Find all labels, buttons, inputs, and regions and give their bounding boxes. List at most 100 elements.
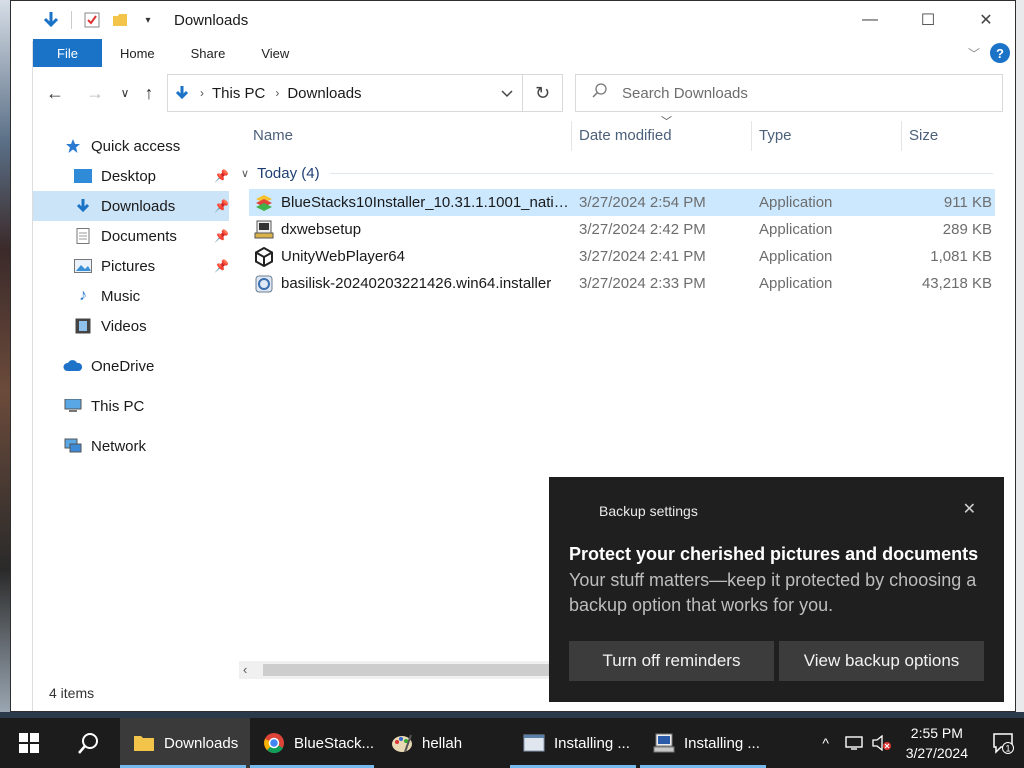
taskbar-app-label: hellah xyxy=(422,734,463,752)
turn-off-reminders-button[interactable]: Turn off reminders xyxy=(569,641,774,681)
file-row[interactable]: BlueStacks10Installer_10.31.1.1001_nativ… xyxy=(249,189,995,216)
nav-item-music[interactable]: ♪ Music xyxy=(33,281,229,311)
download-arrow-icon[interactable] xyxy=(39,8,63,32)
new-folder-icon[interactable] xyxy=(108,8,132,32)
breadcrumb-chevron-icon[interactable]: › xyxy=(200,86,204,100)
nav-item-documents[interactable]: Documents 📌 xyxy=(33,221,229,251)
file-row[interactable]: dxwebsetup 3/27/2024 2:42 PM Application… xyxy=(249,216,995,243)
file-size: 1,081 KB xyxy=(930,248,992,265)
minimize-button[interactable]: — xyxy=(841,1,899,39)
action-center-button[interactable]: 1 xyxy=(982,732,1024,754)
file-row[interactable]: basilisk-20240203221426.win64.installer … xyxy=(249,270,995,297)
system-tray: ^ 2:55 PM 3/27/2024 1 xyxy=(812,718,1024,768)
taskbar-app-chrome[interactable]: BlueStack... xyxy=(250,718,378,768)
volume-muted-icon[interactable] xyxy=(868,735,896,751)
folder-icon xyxy=(132,731,156,755)
nav-item-label: Videos xyxy=(101,317,147,335)
downloads-location-icon xyxy=(174,85,190,101)
windows-logo-icon xyxy=(19,733,39,753)
nav-this-pc-label: This PC xyxy=(91,397,145,415)
up-button[interactable]: ↑ xyxy=(137,81,161,105)
view-backup-options-button[interactable]: View backup options xyxy=(779,641,984,681)
chrome-icon xyxy=(262,731,286,755)
nav-item-desktop[interactable]: Desktop 📌 xyxy=(33,161,229,191)
pin-icon[interactable]: 📌 xyxy=(214,199,229,213)
nav-item-pictures[interactable]: Pictures 📌 xyxy=(33,251,229,281)
breadcrumb-chevron-icon[interactable]: › xyxy=(275,86,279,100)
address-dropdown-icon[interactable] xyxy=(496,83,518,105)
column-separator[interactable] xyxy=(571,121,572,151)
close-icon[interactable]: ✕ xyxy=(963,499,976,519)
nav-onedrive[interactable]: OneDrive xyxy=(33,351,229,381)
recent-locations-button[interactable]: ∨ xyxy=(113,81,137,105)
clock[interactable]: 2:55 PM 3/27/2024 xyxy=(906,723,968,763)
network-status-icon[interactable] xyxy=(840,736,868,750)
file-date: 3/27/2024 2:33 PM xyxy=(579,275,706,292)
taskbar-app-paint[interactable]: hellah xyxy=(378,718,510,768)
column-separator[interactable] xyxy=(751,121,752,151)
forward-button[interactable]: → xyxy=(83,81,107,105)
taskbar-app-label: Installing ... xyxy=(684,734,760,752)
file-row[interactable]: UnityWebPlayer64 3/27/2024 2:41 PM Appli… xyxy=(249,243,995,270)
pin-icon[interactable]: 📌 xyxy=(214,169,229,183)
taskbar-app-downloads[interactable]: Downloads xyxy=(120,718,250,768)
window-left-gutter xyxy=(11,41,33,711)
expand-ribbon-icon[interactable]: ﹀ xyxy=(968,45,980,62)
taskbar-search-button[interactable] xyxy=(58,718,120,768)
navigation-bar: ← → ∨ ↑ › This PC › Downloads ↻ xyxy=(33,73,1015,113)
tab-file[interactable]: File xyxy=(33,39,102,67)
nav-item-label: Pictures xyxy=(101,257,156,275)
properties-icon[interactable] xyxy=(80,8,104,32)
column-header-size[interactable]: Size xyxy=(909,127,938,144)
tab-home[interactable]: Home xyxy=(102,39,173,67)
horizontal-scrollbar[interactable]: ‹ xyxy=(239,661,559,679)
start-button[interactable] xyxy=(0,718,58,768)
navigation-pane: Quick access Desktop 📌 Downloads 📌 Docum… xyxy=(33,131,229,461)
chevron-up-icon[interactable]: ^ xyxy=(812,735,840,751)
file-size: 911 KB xyxy=(943,194,992,211)
maximize-button[interactable]: ☐ xyxy=(899,1,957,39)
tab-share[interactable]: Share xyxy=(173,39,244,67)
nav-quick-access[interactable]: Quick access xyxy=(33,131,229,161)
chevron-down-icon[interactable]: ∨ xyxy=(241,167,249,180)
nav-network[interactable]: Network xyxy=(33,431,229,461)
nav-this-pc[interactable]: This PC xyxy=(33,391,229,421)
search-box[interactable] xyxy=(575,74,1003,112)
scroll-left-icon[interactable]: ‹ xyxy=(243,662,247,677)
scrollbar-thumb[interactable] xyxy=(263,664,559,676)
desktop-background-right xyxy=(1016,0,1024,712)
nav-item-videos[interactable]: Videos xyxy=(33,311,229,341)
column-header-date[interactable]: Date modified xyxy=(579,127,672,144)
search-input[interactable] xyxy=(622,84,962,102)
refresh-button[interactable]: ↻ xyxy=(522,75,562,111)
desktop-background xyxy=(0,0,10,712)
back-button[interactable]: ← xyxy=(43,81,67,105)
taskbar-app-installing-2[interactable]: Installing ... xyxy=(640,718,770,768)
pin-icon[interactable]: 📌 xyxy=(214,229,229,243)
address-bar[interactable]: › This PC › Downloads ↻ xyxy=(167,74,563,112)
notification-title: Backup settings xyxy=(599,503,698,519)
column-separator[interactable] xyxy=(901,121,902,151)
nav-item-label: Music xyxy=(101,287,141,305)
help-icon[interactable]: ? xyxy=(990,43,1010,63)
document-icon xyxy=(73,227,93,245)
tab-view[interactable]: View xyxy=(243,39,307,67)
column-header-type[interactable]: Type xyxy=(759,127,792,144)
pin-icon[interactable]: 📌 xyxy=(214,259,229,273)
nav-item-label: Downloads xyxy=(101,197,176,215)
breadcrumb-this-pc[interactable]: This PC xyxy=(212,85,265,102)
nav-item-downloads[interactable]: Downloads 📌 xyxy=(33,191,229,221)
group-header[interactable]: ∨ Today (4) xyxy=(239,161,1005,185)
file-size: 43,218 KB xyxy=(921,275,992,292)
customize-qat-icon[interactable]: ▾ xyxy=(136,8,160,32)
file-name: basilisk-20240203221426.win64.installer xyxy=(281,275,552,292)
column-header-name[interactable]: Name xyxy=(253,127,293,144)
desktop-icon xyxy=(73,167,93,185)
nav-quick-access-label: Quick access xyxy=(91,137,181,155)
close-button[interactable]: ✕ xyxy=(957,1,1015,39)
taskbar-app-installing-1[interactable]: Installing ... xyxy=(510,718,640,768)
breadcrumb-downloads[interactable]: Downloads xyxy=(287,85,361,102)
file-name: dxwebsetup xyxy=(281,221,362,238)
backup-notification: Backup settings ✕ Protect your cherished… xyxy=(549,477,1004,702)
installer-icon xyxy=(652,731,676,755)
